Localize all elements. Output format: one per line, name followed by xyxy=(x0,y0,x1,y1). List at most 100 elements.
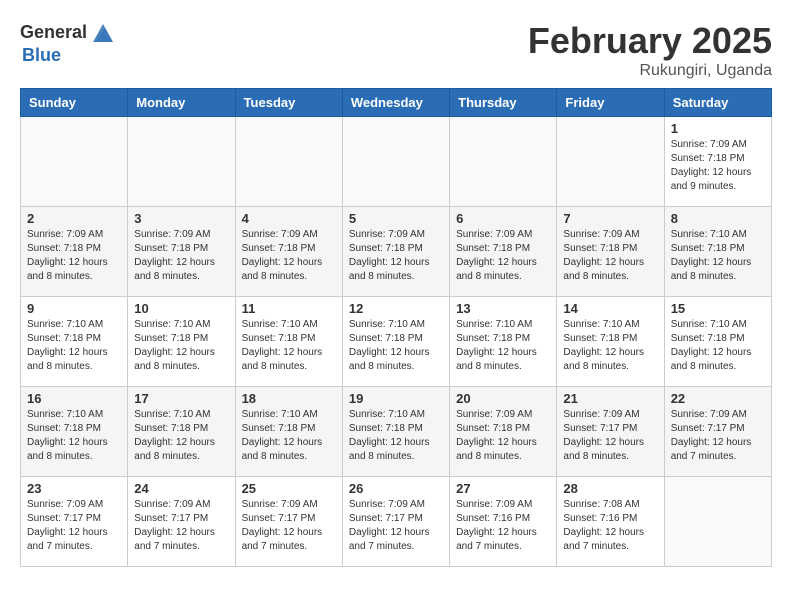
day-number: 21 xyxy=(563,391,657,406)
calendar-cell: 15 Sunrise: 7:10 AM Sunset: 7:18 PM Dayli… xyxy=(664,297,771,387)
calendar-cell: 17Sunrise: 7:10 AM Sunset: 7:18 PM Dayli… xyxy=(128,387,235,477)
day-info: Sunrise: 7:10 AM Sunset: 7:18 PM Dayligh… xyxy=(349,408,443,464)
day-info: Sunrise: 7:10 AM Sunset: 7:18 PM Dayligh… xyxy=(671,228,765,284)
location: Rukungiri, Uganda xyxy=(528,62,772,80)
calendar-cell: 8Sunrise: 7:10 AM Sunset: 7:18 PM Daylig… xyxy=(664,207,771,297)
day-info: Sunrise: 7:09 AM Sunset: 7:17 PM Dayligh… xyxy=(27,498,121,554)
day-number: 15 xyxy=(671,301,765,316)
calendar-cell: 10 Sunrise: 7:10 AM Sunset: 7:18 PM Dayli… xyxy=(128,297,235,387)
day-info: Sunrise: 7:08 AM Sunset: 7:16 PM Dayligh… xyxy=(563,498,657,554)
day-info: Sunrise: 7:09 AM Sunset: 7:18 PM Dayligh… xyxy=(134,228,228,284)
day-info: Sunrise: 7:10 AM Sunset: 7:18 PM Dayligh… xyxy=(134,408,228,464)
day-number: 6 xyxy=(456,211,550,226)
calendar-cell: 24 Sunrise: 7:09 AM Sunset: 7:17 PM Dayli… xyxy=(128,477,235,567)
calendar-cell: 25 Sunrise: 7:09 AM Sunset: 7:17 PM Dayli… xyxy=(235,477,342,567)
day-info: Sunrise: 7:09 AM Sunset: 7:17 PM Dayligh… xyxy=(242,498,336,554)
calendar-cell: 16Sunrise: 7:10 AM Sunset: 7:18 PM Dayli… xyxy=(21,387,128,477)
day-number: 19 xyxy=(349,391,443,406)
month-title: February 2025 xyxy=(528,20,772,62)
calendar-cell: 2 Sunrise: 7:09 AM Sunset: 7:18 PM Daylig… xyxy=(21,207,128,297)
logo-blue-text: Blue xyxy=(22,46,116,66)
day-info: Sunrise: 7:10 AM Sunset: 7:18 PM Dayligh… xyxy=(242,408,336,464)
day-info: Sunrise: 7:09 AM Sunset: 7:17 PM Dayligh… xyxy=(671,408,765,464)
col-header-sunday: Sunday xyxy=(21,89,128,117)
day-number: 16 xyxy=(27,391,121,406)
calendar-cell: 12 Sunrise: 7:10 AM Sunset: 7:18 PM Dayli… xyxy=(342,297,449,387)
day-info: Sunrise: 7:09 AM Sunset: 7:18 PM Dayligh… xyxy=(456,408,550,464)
col-header-tuesday: Tuesday xyxy=(235,89,342,117)
week-row-5: 23 Sunrise: 7:09 AM Sunset: 7:17 PM Dayli… xyxy=(21,477,772,567)
logo-icon xyxy=(90,20,116,46)
day-info: Sunrise: 7:09 AM Sunset: 7:17 PM Dayligh… xyxy=(134,498,228,554)
day-number: 23 xyxy=(27,481,121,496)
calendar-cell: 20 Sunrise: 7:09 AM Sunset: 7:18 PM Dayli… xyxy=(450,387,557,477)
calendar-cell xyxy=(235,117,342,207)
calendar-cell xyxy=(342,117,449,207)
calendar-cell: 9Sunrise: 7:10 AM Sunset: 7:18 PM Daylig… xyxy=(21,297,128,387)
day-number: 1 xyxy=(671,121,765,136)
day-number: 3 xyxy=(134,211,228,226)
day-info: Sunrise: 7:10 AM Sunset: 7:18 PM Dayligh… xyxy=(242,318,336,374)
day-number: 20 xyxy=(456,391,550,406)
col-header-wednesday: Wednesday xyxy=(342,89,449,117)
calendar-cell: 22Sunrise: 7:09 AM Sunset: 7:17 PM Dayli… xyxy=(664,387,771,477)
calendar-cell xyxy=(450,117,557,207)
calendar-cell: 14 Sunrise: 7:10 AM Sunset: 7:18 PM Dayli… xyxy=(557,297,664,387)
day-number: 18 xyxy=(242,391,336,406)
title-block: February 2025 Rukungiri, Uganda xyxy=(528,20,772,80)
day-info: Sunrise: 7:09 AM Sunset: 7:18 PM Dayligh… xyxy=(456,228,550,284)
day-number: 10 xyxy=(134,301,228,316)
calendar-cell: 18 Sunrise: 7:10 AM Sunset: 7:18 PM Dayli… xyxy=(235,387,342,477)
day-number: 5 xyxy=(349,211,443,226)
calendar-cell: 11 Sunrise: 7:10 AM Sunset: 7:18 PM Dayli… xyxy=(235,297,342,387)
day-info: Sunrise: 7:10 AM Sunset: 7:18 PM Dayligh… xyxy=(456,318,550,374)
calendar-cell: 1 Sunrise: 7:09 AM Sunset: 7:18 PM Daylig… xyxy=(664,117,771,207)
calendar-cell: 27 Sunrise: 7:09 AM Sunset: 7:16 PM Dayli… xyxy=(450,477,557,567)
calendar-cell: 26Sunrise: 7:09 AM Sunset: 7:17 PM Dayli… xyxy=(342,477,449,567)
day-info: Sunrise: 7:09 AM Sunset: 7:18 PM Dayligh… xyxy=(242,228,336,284)
day-number: 2 xyxy=(27,211,121,226)
logo-general-text: General xyxy=(20,23,87,43)
day-info: Sunrise: 7:10 AM Sunset: 7:18 PM Dayligh… xyxy=(27,318,121,374)
calendar-cell xyxy=(557,117,664,207)
page-header: General Blue February 2025 Rukungiri, Ug… xyxy=(20,20,772,80)
day-number: 4 xyxy=(242,211,336,226)
week-row-1: 1 Sunrise: 7:09 AM Sunset: 7:18 PM Daylig… xyxy=(21,117,772,207)
day-number: 24 xyxy=(134,481,228,496)
calendar-cell: 4 Sunrise: 7:09 AM Sunset: 7:18 PM Daylig… xyxy=(235,207,342,297)
calendar-cell: 6 Sunrise: 7:09 AM Sunset: 7:18 PM Daylig… xyxy=(450,207,557,297)
day-info: Sunrise: 7:10 AM Sunset: 7:18 PM Dayligh… xyxy=(134,318,228,374)
col-header-saturday: Saturday xyxy=(664,89,771,117)
day-info: Sunrise: 7:10 AM Sunset: 7:18 PM Dayligh… xyxy=(563,318,657,374)
calendar-header-row: SundayMondayTuesdayWednesdayThursdayFrid… xyxy=(21,89,772,117)
day-info: Sunrise: 7:09 AM Sunset: 7:17 PM Dayligh… xyxy=(563,408,657,464)
day-number: 13 xyxy=(456,301,550,316)
calendar-cell: 28 Sunrise: 7:08 AM Sunset: 7:16 PM Dayli… xyxy=(557,477,664,567)
day-info: Sunrise: 7:09 AM Sunset: 7:18 PM Dayligh… xyxy=(349,228,443,284)
week-row-3: 9Sunrise: 7:10 AM Sunset: 7:18 PM Daylig… xyxy=(21,297,772,387)
day-number: 25 xyxy=(242,481,336,496)
logo: General Blue xyxy=(20,20,116,66)
week-row-4: 16 Sunrise: 7:10 AM Sunset: 7:18 PM Dayli… xyxy=(21,387,772,477)
day-number: 11 xyxy=(242,301,336,316)
calendar-cell: 7Sunrise: 7:09 AM Sunset: 7:18 PM Daylig… xyxy=(557,207,664,297)
day-info: Sunrise: 7:10 AM Sunset: 7:18 PM Dayligh… xyxy=(671,318,765,374)
week-row-2: 2 Sunrise: 7:09 AM Sunset: 7:18 PM Daylig… xyxy=(21,207,772,297)
calendar-cell: 3 Sunrise: 7:09 AM Sunset: 7:18 PM Daylig… xyxy=(128,207,235,297)
day-number: 27 xyxy=(456,481,550,496)
calendar-cell xyxy=(21,117,128,207)
day-info: Sunrise: 7:10 AM Sunset: 7:18 PM Dayligh… xyxy=(349,318,443,374)
day-number: 26 xyxy=(349,481,443,496)
day-info: Sunrise: 7:09 AM Sunset: 7:18 PM Dayligh… xyxy=(671,138,765,194)
col-header-friday: Friday xyxy=(557,89,664,117)
calendar-cell: 13 Sunrise: 7:10 AM Sunset: 7:18 PM Dayli… xyxy=(450,297,557,387)
calendar-cell: 19 Sunrise: 7:10 AM Sunset: 7:18 PM Dayli… xyxy=(342,387,449,477)
calendar-cell: 21 Sunrise: 7:09 AM Sunset: 7:17 PM Dayli… xyxy=(557,387,664,477)
day-info: Sunrise: 7:09 AM Sunset: 7:18 PM Dayligh… xyxy=(27,228,121,284)
day-number: 28 xyxy=(563,481,657,496)
calendar-cell: 5 Sunrise: 7:09 AM Sunset: 7:18 PM Daylig… xyxy=(342,207,449,297)
day-number: 14 xyxy=(563,301,657,316)
day-number: 12 xyxy=(349,301,443,316)
day-info: Sunrise: 7:09 AM Sunset: 7:16 PM Dayligh… xyxy=(456,498,550,554)
col-header-thursday: Thursday xyxy=(450,89,557,117)
